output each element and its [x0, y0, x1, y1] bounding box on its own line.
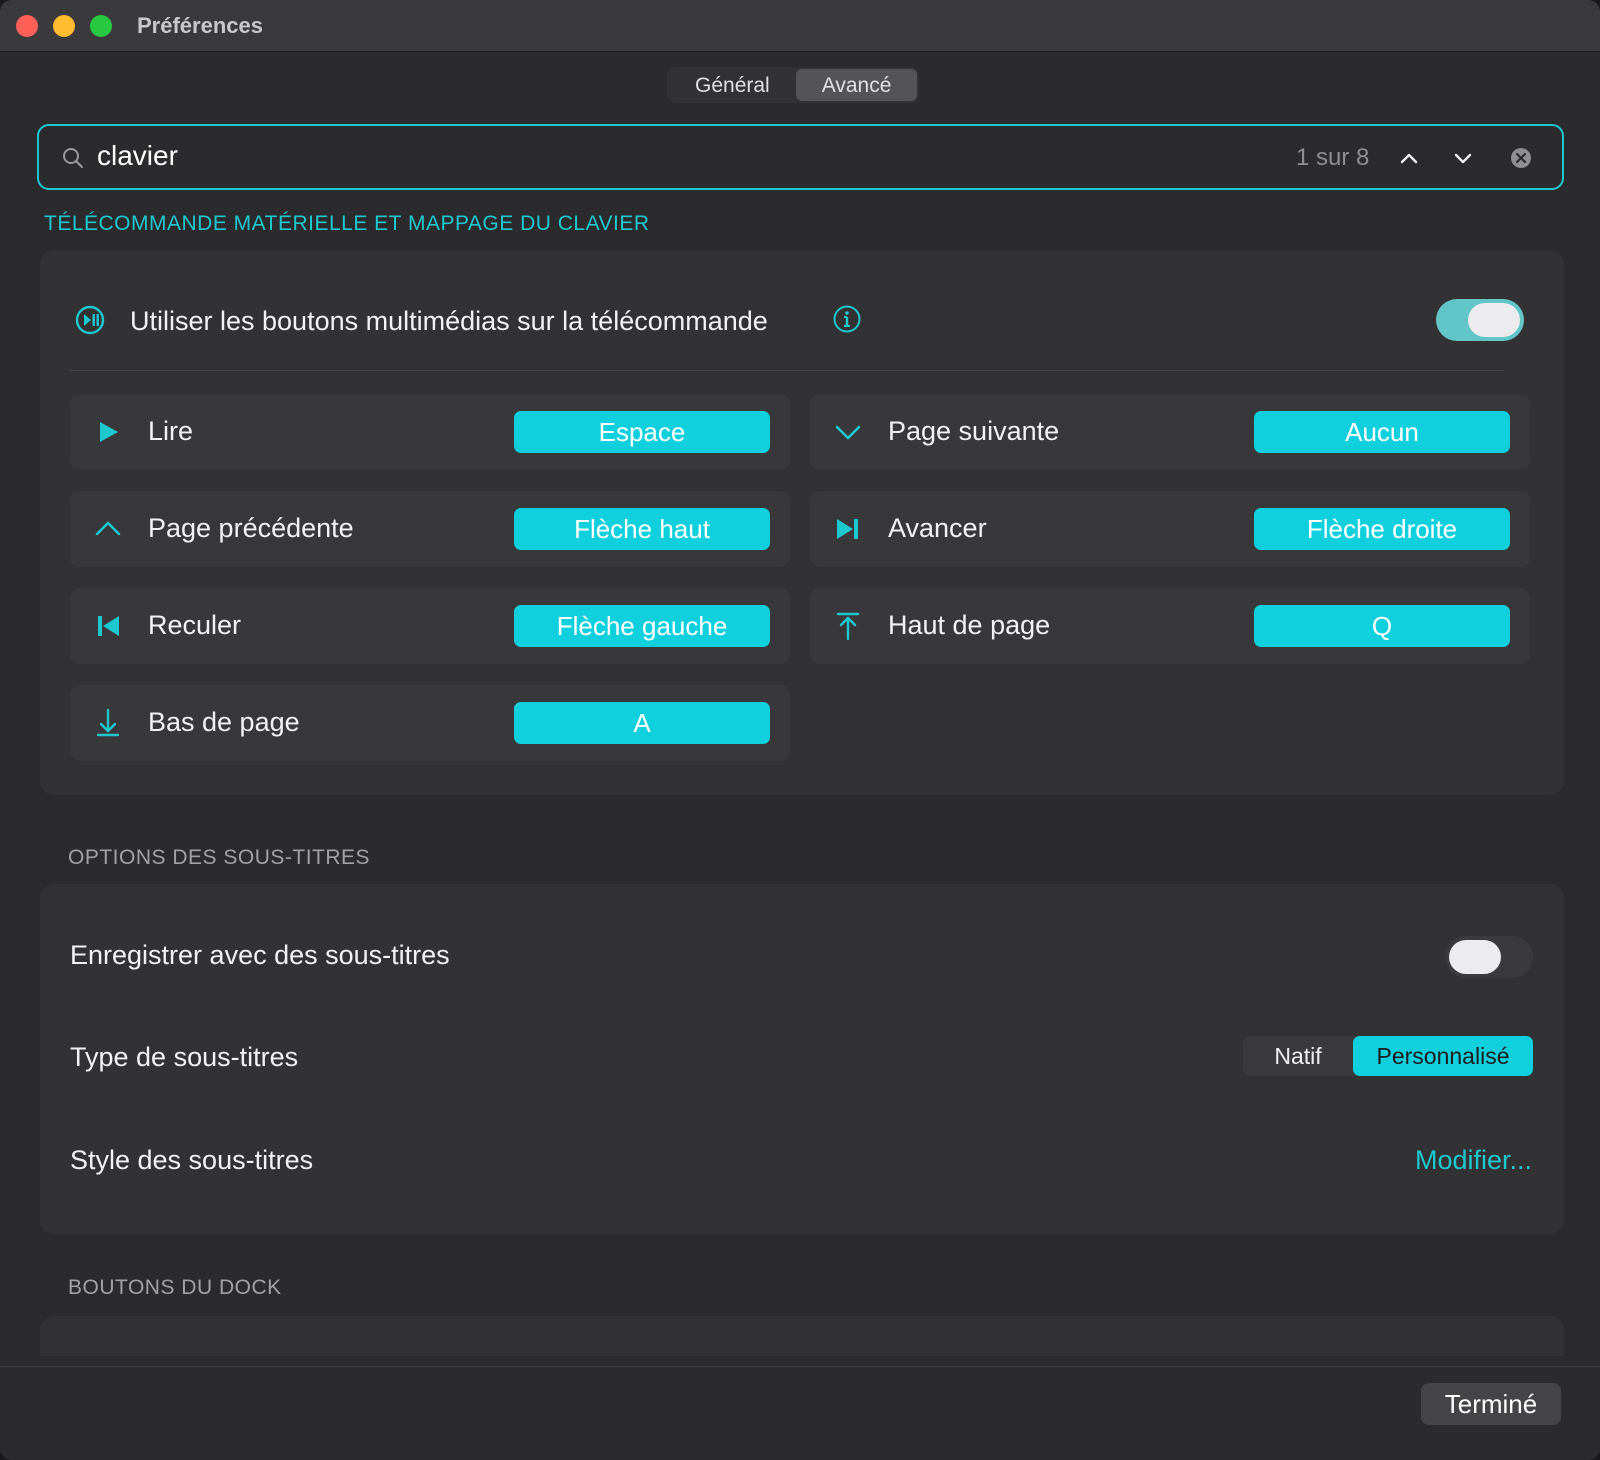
mapping-key-button[interactable]: Q [1254, 605, 1510, 647]
mapping-label: Page précédente [148, 513, 354, 543]
subtitle-type-label: Type de sous-titres [70, 1042, 299, 1072]
divider [70, 370, 1504, 371]
subtitle-type-native[interactable]: Natif [1243, 1036, 1353, 1076]
mapping-label: Page suivante [888, 416, 1060, 446]
dock-section-title: BOUTONS DU DOCK [68, 1276, 282, 1299]
tab-general[interactable]: Général [669, 69, 796, 101]
mapping-card-bottom: Bas de page A [70, 685, 790, 761]
title-bar: Préférences [0, 0, 1600, 52]
edit-subtitle-style-link[interactable]: Modifier... [1415, 1145, 1532, 1176]
media-buttons-row: Utiliser les boutons multimédias sur la … [70, 298, 1524, 342]
skip-forward-icon [837, 519, 858, 539]
preferences-window: Préférences Général Avancé 1 sur 8 TÉLÉC… [0, 0, 1600, 1460]
next-result-icon[interactable] [1449, 144, 1477, 172]
chevron-down-icon [835, 425, 861, 440]
clear-search-icon[interactable] [1508, 145, 1534, 171]
mapping-label: Reculer [148, 610, 242, 640]
subtitles-panel: Enregistrer avec des sous-titres Type de… [40, 884, 1564, 1234]
mapping-key-button[interactable]: Flèche haut [514, 508, 770, 550]
close-window-button[interactable] [16, 15, 38, 37]
toggle-knob [1449, 940, 1501, 974]
toggle-knob [1468, 303, 1520, 337]
mapping-card-back: Reculer Flèche gauche [70, 588, 790, 664]
record-subtitles-toggle[interactable] [1445, 936, 1533, 978]
mapping-card-top: Haut de page Q [810, 588, 1530, 664]
tab-advanced[interactable]: Avancé [795, 69, 918, 101]
media-buttons-toggle[interactable] [1436, 299, 1524, 341]
search-icon [63, 148, 83, 168]
subtitles-section-title: OPTIONS DES SOUS-TITRES [68, 846, 371, 869]
subtitle-type-selector: Natif Personnalisé [1243, 1036, 1533, 1076]
mapping-label: Avancer [888, 513, 987, 543]
remote-mapping-panel: Utiliser les boutons multimédias sur la … [40, 250, 1564, 795]
done-button[interactable]: Terminé [1421, 1383, 1561, 1425]
subtitle-type-custom[interactable]: Personnalisé [1353, 1036, 1533, 1076]
mapping-label: Bas de page [148, 707, 300, 737]
media-remote-icon [75, 305, 105, 335]
remote-section-title: TÉLÉCOMMANDE MATÉRIELLE ET MAPPAGE DU CL… [44, 212, 650, 235]
search-result-count: 1 sur 8 [1296, 144, 1370, 171]
mapping-key-button[interactable]: Espace [514, 411, 770, 453]
subtitle-style-label: Style des sous-titres [70, 1145, 314, 1175]
record-subtitles-label: Enregistrer avec des sous-titres [70, 940, 450, 970]
mapping-key-button[interactable]: Aucun [1254, 411, 1510, 453]
mapping-label: Lire [148, 416, 194, 446]
search-input[interactable] [97, 140, 897, 172]
footer-divider [0, 1366, 1600, 1367]
minimize-window-button[interactable] [53, 15, 75, 37]
skip-back-icon [98, 616, 119, 636]
dock-buttons-panel [40, 1316, 1564, 1356]
zoom-window-button[interactable] [90, 15, 112, 37]
play-icon [100, 422, 118, 442]
mapping-card-page-up: Page précédente Flèche haut [70, 491, 790, 567]
mapping-card-page-down: Page suivante Aucun [810, 394, 1530, 470]
window-title: Préférences [137, 13, 263, 38]
mapping-key-button[interactable]: A [514, 702, 770, 744]
media-buttons-label: Utiliser les boutons multimédias sur la … [130, 306, 768, 336]
mapping-key-button[interactable]: Flèche gauche [514, 605, 770, 647]
chevron-up-icon [95, 521, 121, 536]
previous-result-icon[interactable] [1395, 144, 1423, 172]
mapping-label: Haut de page [888, 610, 1051, 640]
search-bar: 1 sur 8 [37, 124, 1564, 190]
mapping-key-button[interactable]: Flèche droite [1254, 508, 1510, 550]
preferences-tabs: Général Avancé [667, 67, 920, 103]
mapping-card-forward: Avancer Flèche droite [810, 491, 1530, 567]
mapping-card-play: Lire Espace [70, 394, 790, 470]
arrow-to-top-icon [836, 612, 860, 641]
arrow-to-bottom-icon [96, 708, 120, 737]
info-icon[interactable] [832, 304, 862, 334]
